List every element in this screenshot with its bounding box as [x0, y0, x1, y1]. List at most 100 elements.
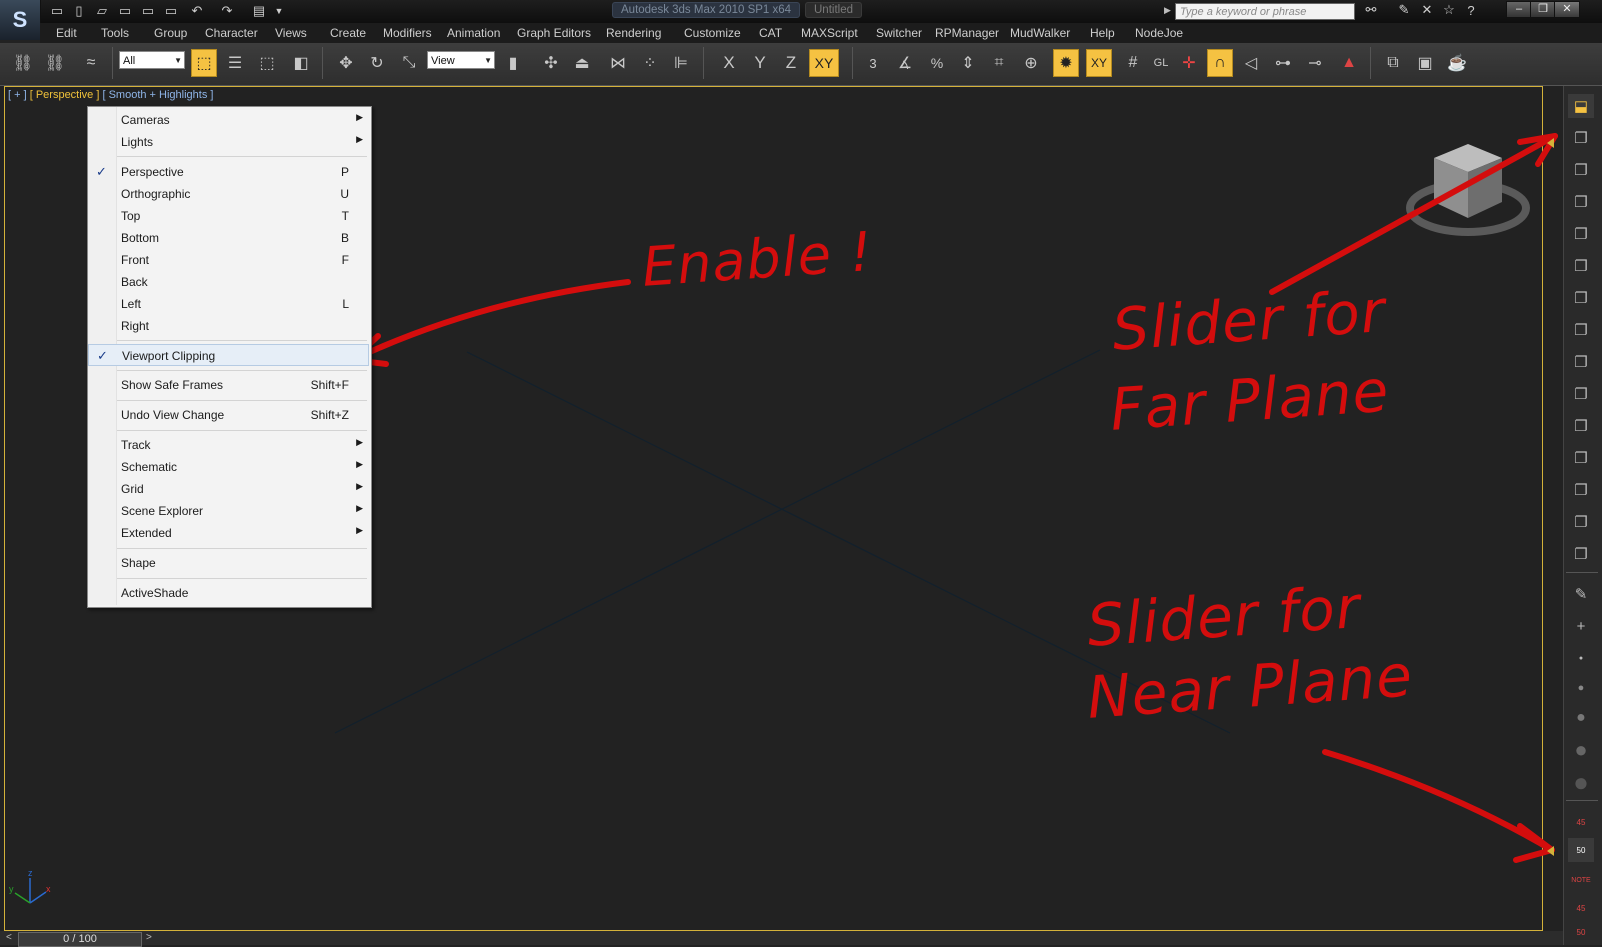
menu-item-activeshade[interactable]: ActiveShade	[88, 582, 369, 604]
menu-item-show-safe-frames[interactable]: Show Safe Frames Shift+F	[88, 374, 369, 396]
menu-item-label: Cameras	[121, 113, 170, 127]
panel-layer-icon[interactable]: ❐	[1568, 414, 1594, 438]
panel-layer-icon[interactable]: ❐	[1568, 158, 1594, 182]
time-slider-bar	[0, 931, 1563, 945]
panel-layer-icon[interactable]: ❐	[1568, 126, 1594, 150]
brush-size-1-icon[interactable]: ●	[1568, 646, 1594, 670]
axis-z-label: z	[28, 868, 33, 878]
menu-item-right[interactable]: Right	[88, 315, 369, 337]
menu-item-shortcut: P	[340, 165, 349, 179]
check-icon: ✓	[97, 348, 108, 363]
panel-layer-icon[interactable]: ❐	[1568, 190, 1594, 214]
time-prev-button[interactable]: <	[6, 932, 16, 944]
menu-item-label: Back	[121, 275, 148, 289]
submenu-arrow-icon: ▶	[356, 459, 363, 469]
menu-item-shortcut: B	[340, 231, 349, 245]
menu-item-back[interactable]: Back	[88, 271, 369, 293]
menu-item-shortcut: Shift+F	[310, 378, 349, 392]
menu-item-orthographic[interactable]: Orthographic U	[88, 183, 369, 205]
menu-item-left[interactable]: Left L	[88, 293, 369, 315]
menu-item-label: Lights	[121, 135, 154, 149]
menu-item-shortcut: T	[341, 209, 349, 223]
menu-item-shape[interactable]: Shape	[88, 552, 369, 574]
menu-item-label: Grid	[121, 482, 144, 496]
menu-item-label: Right	[121, 319, 150, 333]
menu-item-label: Top	[121, 209, 141, 223]
menu-item-top[interactable]: Top T	[88, 205, 369, 227]
brush-size-2-icon[interactable]: ●	[1568, 676, 1594, 700]
submenu-arrow-icon: ▶	[356, 481, 363, 491]
menu-separator	[117, 400, 367, 401]
menu-item-shortcut: F	[341, 253, 349, 267]
near-plane-arrow	[1322, 749, 1555, 853]
brush-size-3-icon[interactable]: ●	[1568, 706, 1594, 730]
panel-layer-icon[interactable]: ❐	[1568, 286, 1594, 310]
menu-item-schematic[interactable]: Schematic ▶	[88, 456, 369, 478]
menu-item-label: Scene Explorer	[121, 504, 204, 518]
time-next-button[interactable]: >	[146, 932, 156, 944]
panel-layer-icon[interactable]: ❐	[1568, 350, 1594, 374]
panel-layer-icon[interactable]: ❐	[1568, 318, 1594, 342]
menu-separator	[117, 578, 367, 579]
brush-size-5-icon[interactable]: ●	[1568, 767, 1594, 797]
menu-separator	[117, 340, 367, 341]
menu-item-front[interactable]: Front F	[88, 249, 369, 271]
menu-item-shortcut: U	[340, 187, 349, 201]
menu-item-label: Bottom	[121, 231, 160, 245]
submenu-arrow-icon: ▶	[356, 437, 363, 447]
menu-item-extended[interactable]: Extended ▶	[88, 522, 369, 544]
menu-item-label: Track	[121, 438, 151, 452]
menu-item-label: Front	[121, 253, 150, 267]
panel-layer-icon[interactable]: ❐	[1568, 542, 1594, 566]
menu-separator	[117, 548, 367, 549]
axis-tripod-icon	[14, 878, 47, 904]
panel-layer-icon[interactable]: ❐	[1568, 254, 1594, 278]
panel-layer-icon[interactable]: ❐	[1568, 478, 1594, 502]
menu-item-label: Undo View Change	[121, 408, 225, 422]
menu-item-label: Orthographic	[121, 187, 191, 201]
panel-layer-icon[interactable]: ❐	[1568, 510, 1594, 534]
near-plane-slider-icon[interactable]: 50	[1568, 838, 1594, 862]
panel-separator	[1566, 800, 1598, 801]
panel-layer-icon[interactable]: ❐	[1568, 222, 1594, 246]
menu-item-label: Viewport Clipping	[122, 349, 216, 363]
angle-45b-icon[interactable]: 45	[1568, 896, 1594, 920]
near-plane-slider-marker[interactable]	[1547, 846, 1554, 856]
panel-edit-icon[interactable]: ✎	[1568, 582, 1594, 606]
brush-size-4-icon[interactable]: ●	[1568, 737, 1594, 762]
angle-45-icon[interactable]: 45	[1568, 810, 1594, 834]
menu-item-viewport-clipping[interactable]: ✓ Viewport Clipping	[88, 344, 369, 366]
menu-item-grid[interactable]: Grid ▶	[88, 478, 369, 500]
panel-layer-icon[interactable]: ❐	[1568, 382, 1594, 406]
menu-item-label: Perspective	[121, 165, 184, 179]
grid-diagonal-line	[334, 349, 1101, 734]
note-icon[interactable]: NOTE	[1568, 868, 1594, 892]
submenu-arrow-icon: ▶	[356, 525, 363, 535]
submenu-arrow-icon: ▶	[356, 134, 363, 144]
menu-separator	[117, 156, 367, 157]
enable-arrow	[349, 279, 631, 363]
panel-create-icon[interactable]: ⬓	[1568, 94, 1594, 118]
menu-separator	[117, 430, 367, 431]
menu-item-undo-view-change[interactable]: Undo View Change Shift+Z	[88, 404, 369, 426]
menu-item-label: Left	[121, 297, 142, 311]
menu-separator	[117, 370, 367, 371]
menu-item-track[interactable]: Track ▶	[88, 434, 369, 456]
menu-item-shortcut: Shift+Z	[310, 408, 349, 422]
menu-item-cameras[interactable]: Cameras ▶	[88, 109, 369, 131]
panel-separator	[1566, 572, 1598, 573]
far-plane-slider-marker[interactable]	[1547, 138, 1554, 148]
axis-x-label: x	[46, 884, 51, 894]
slider-50b-icon[interactable]: 50	[1568, 920, 1594, 944]
axis-y-label: y	[9, 884, 14, 894]
menu-item-scene-explorer[interactable]: Scene Explorer ▶	[88, 500, 369, 522]
menu-item-lights[interactable]: Lights ▶	[88, 131, 369, 153]
panel-layer-icon[interactable]: ❐	[1568, 446, 1594, 470]
menu-item-label: ActiveShade	[121, 586, 189, 600]
submenu-arrow-icon: ▶	[356, 503, 363, 513]
annotation-arrows	[349, 133, 1558, 863]
menu-item-bottom[interactable]: Bottom B	[88, 227, 369, 249]
panel-plus-icon[interactable]: +	[1568, 614, 1594, 638]
menu-item-perspective[interactable]: ✓ Perspective P	[88, 161, 369, 183]
viewcube-icon[interactable]	[1406, 144, 1530, 236]
